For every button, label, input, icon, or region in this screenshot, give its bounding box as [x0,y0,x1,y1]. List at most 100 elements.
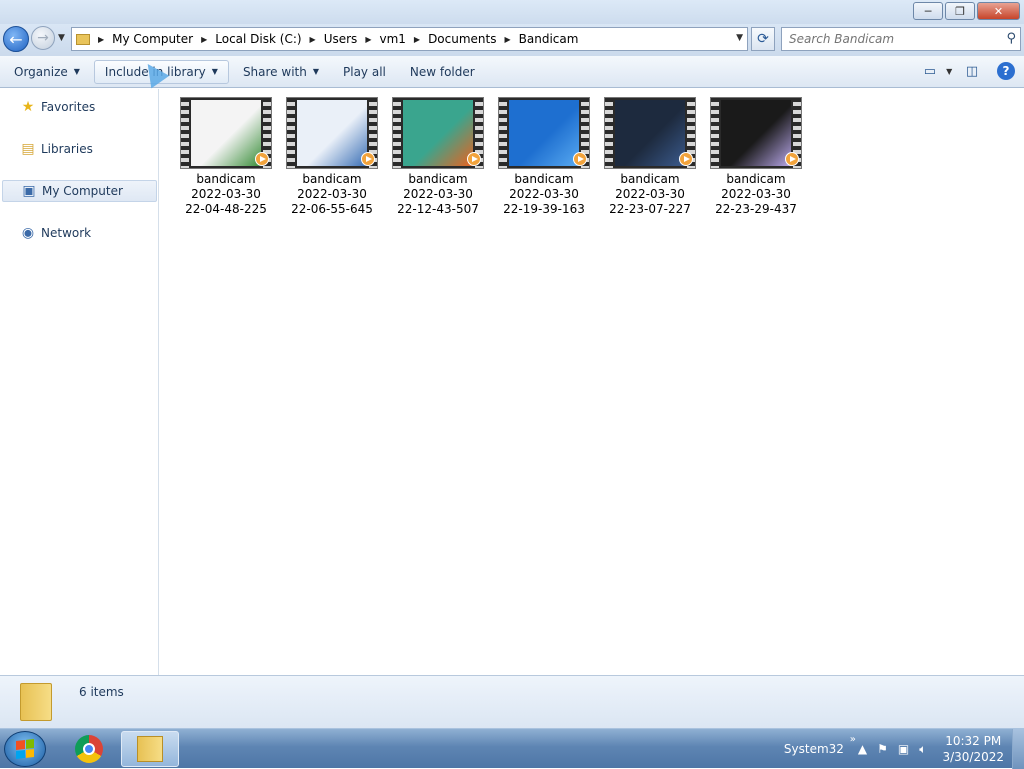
new-folder-label: New folder [409,64,475,79]
nav-item-network[interactable]: ◉ Network [2,222,157,244]
video-thumbnail [710,97,802,169]
breadcrumb-documents[interactable]: Documents ▶ [428,32,519,46]
start-button[interactable] [4,731,46,767]
show-desktop-button[interactable] [1012,729,1024,769]
chrome-icon [75,735,103,763]
change-view-button[interactable]: ▭ ▼ [924,60,952,82]
play-icon [467,152,481,166]
clock-time: 10:32 PM [945,734,1002,748]
search-box[interactable]: ⚲ [781,27,1021,51]
back-button[interactable]: ← [3,26,29,52]
folder-icon [20,683,52,721]
file-item[interactable]: bandicam 2022-03-30 22-23-07-227 [600,97,700,217]
file-list: bandicam 2022-03-30 22-04-48-225 bandica… [160,89,1024,675]
nav-item-favorites[interactable]: ★ Favorites [2,96,157,118]
chevron-right-icon: ▶ [201,34,208,44]
organize-button[interactable]: Organize ▼ [4,60,90,84]
thumbnail-screen [191,100,261,166]
nav-item-libraries[interactable]: ▤ Libraries [2,138,157,160]
close-button[interactable]: ✕ [977,2,1020,20]
organize-label: Organize [14,64,68,79]
navigation-pane: ★ Favorites ▤ Libraries ▣ My Computer ◉ Netw… [0,89,159,675]
toolbar-system32[interactable]: System32 » [784,734,856,756]
file-date: 2022-03-30 [403,187,473,201]
system-tray: System32 » ▲ ⚑ ▣ 🔈︎ 10:32 PM 3/30/2022 [784,729,1024,769]
recent-pages-dropdown[interactable]: ▼ [58,33,65,43]
computer-icon: ▣ [22,183,36,199]
preview-pane-icon: ◫ [965,63,979,79]
search-input[interactable] [789,32,999,46]
breadcrumb-label: Documents [428,32,497,46]
breadcrumb-label: My Computer [112,32,194,46]
address-dropdown[interactable]: ▼ [736,33,743,43]
file-time: 22-12-43-507 [397,202,479,216]
video-thumbnail [180,97,272,169]
breadcrumb-my-computer[interactable]: My Computer ▶ [112,32,215,46]
share-with-label: Share with [242,64,307,79]
breadcrumb-vm1[interactable]: vm1 ▶ [379,32,428,46]
file-date: 2022-03-30 [721,187,791,201]
chevron-right-icon: ▶ [309,34,316,44]
file-name: bandicam [726,172,786,186]
file-date: 2022-03-30 [509,187,579,201]
play-all-button[interactable]: Play all [333,60,396,84]
refresh-button[interactable]: ⟳ [751,27,775,51]
network-icon: ◉ [21,225,35,241]
show-hidden-icons-button[interactable]: ▲ [858,742,867,756]
taskbar-explorer[interactable] [121,731,179,767]
star-icon: ★ [21,99,35,115]
file-name: bandicam [514,172,574,186]
new-folder-button[interactable]: New folder [400,60,485,84]
taskbar-chrome[interactable] [60,731,118,767]
breadcrumb-root[interactable]: ▶ [96,35,112,44]
file-time: 22-06-55-645 [291,202,373,216]
share-with-button[interactable]: Share with ▼ [233,60,329,84]
search-icon[interactable]: ⚲ [1006,31,1016,46]
network-status-icon[interactable]: ▣ [898,742,909,756]
play-icon [255,152,269,166]
file-time: 22-23-07-227 [609,202,691,216]
chevron-right-icon: ▶ [413,34,421,44]
address-bar[interactable]: ▶ My Computer ▶ Local Disk (C:) ▶ Users ▶ v… [71,27,748,51]
chevron-right-icon: ▶ [504,34,511,44]
file-item[interactable]: bandicam 2022-03-30 22-23-29-437 [706,97,806,217]
minimize-button[interactable]: ─ [913,2,943,20]
file-item[interactable]: bandicam 2022-03-30 22-06-55-645 [282,97,382,217]
chevron-right-icon: ▶ [98,34,105,44]
breadcrumb-users[interactable]: Users ▶ [324,32,380,46]
file-name: bandicam [302,172,362,186]
file-item[interactable]: bandicam 2022-03-30 22-19-39-163 [494,97,594,217]
breadcrumb-local-disk[interactable]: Local Disk (C:) ▶ [215,32,323,46]
breadcrumb-label: Users [323,32,358,46]
back-arrow-icon: ← [9,29,23,49]
preview-pane-button[interactable]: ◫ [960,60,984,82]
action-center-icon[interactable]: ⚑ [877,742,888,756]
file-time: 22-23-29-437 [715,202,797,216]
maximize-button[interactable]: ❐ [945,2,975,20]
clock[interactable]: 10:32 PM 3/30/2022 [942,733,1004,765]
video-thumbnail [498,97,590,169]
folder-icon [76,33,90,45]
address-row: ← → ▼ ▶ My Computer ▶ Local Disk (C:) ▶ Us… [0,24,1024,56]
nav-item-my-computer[interactable]: ▣ My Computer [2,180,157,202]
nav-label: Libraries [41,142,93,156]
view-controls: ▭ ▼ ◫ ? [916,60,1018,82]
thumbnail-screen [509,100,579,166]
file-item[interactable]: bandicam 2022-03-30 22-12-43-507 [388,97,488,217]
file-item[interactable]: bandicam 2022-03-30 22-04-48-225 [176,97,276,217]
breadcrumb-bandicam[interactable]: Bandicam [519,32,579,46]
file-name: bandicam [408,172,468,186]
volume-icon[interactable]: 🔈︎ [919,742,926,757]
help-button[interactable]: ? [994,60,1018,82]
play-icon [573,152,587,166]
forward-button[interactable]: → [31,26,55,50]
file-date: 2022-03-30 [615,187,685,201]
nav-label: Favorites [41,100,96,114]
breadcrumb-label: Local Disk (C:) [215,32,302,46]
chevron-icon: » [849,734,856,745]
forward-arrow-icon: → [37,30,49,46]
file-date: 2022-03-30 [191,187,261,201]
chevron-down-icon: ▼ [73,67,80,76]
play-icon [361,152,375,166]
chevron-down-icon: ▼ [211,67,218,76]
